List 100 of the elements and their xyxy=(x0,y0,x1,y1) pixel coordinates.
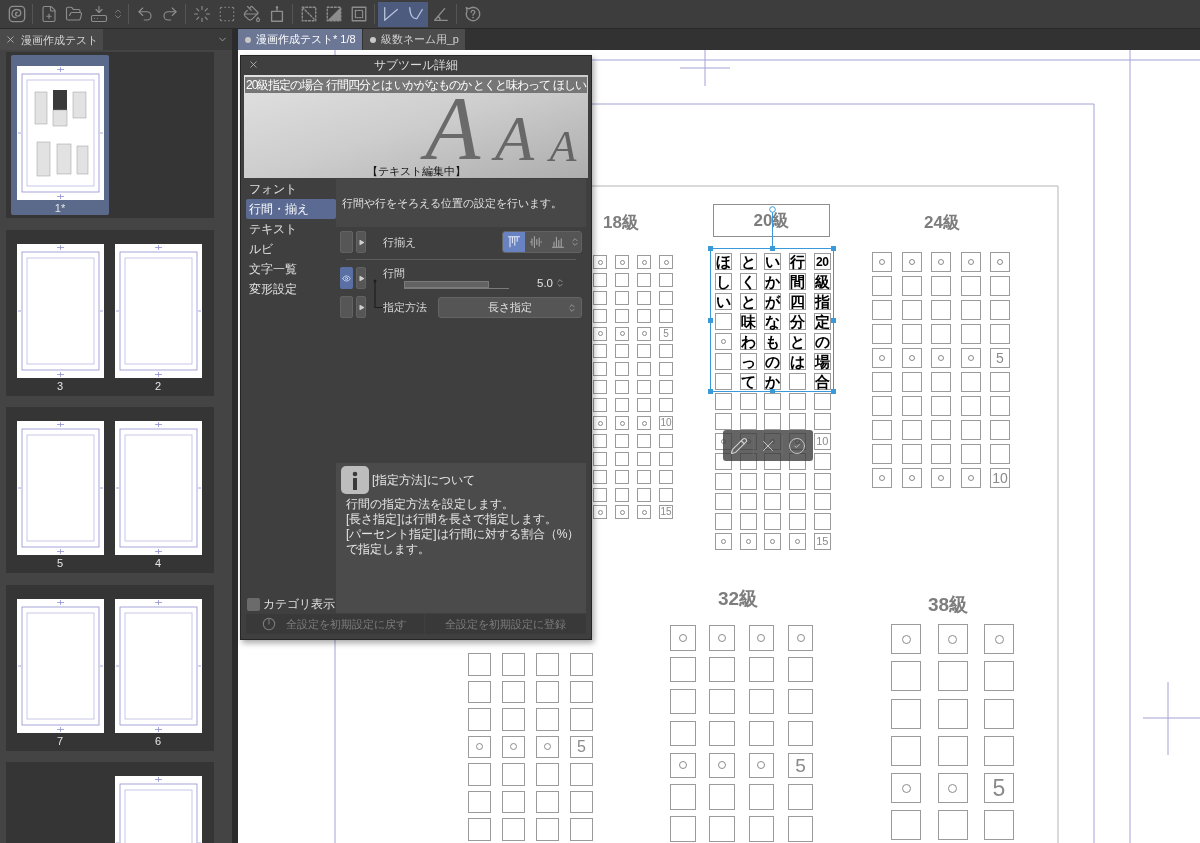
resize-handle-icon[interactable] xyxy=(708,246,713,251)
description: 行間や行をそろえる位置の設定を行います。 xyxy=(336,179,586,227)
grid-square xyxy=(637,308,651,323)
resize-handle-icon[interactable] xyxy=(708,389,713,394)
angle-line-icon xyxy=(381,5,400,23)
grid-square xyxy=(637,362,651,377)
grid-square xyxy=(593,344,607,359)
expand-button[interactable] xyxy=(356,296,366,318)
grid-square xyxy=(901,276,922,296)
category-item[interactable]: テキスト xyxy=(246,219,336,239)
checkbox[interactable] xyxy=(247,597,260,611)
grid-square xyxy=(593,290,607,305)
alignment-option[interactable] xyxy=(503,232,525,252)
help-text: [長さ指定]は行間を長さで指定します。 xyxy=(346,512,558,527)
expand-button[interactable] xyxy=(356,231,366,253)
resize-handle-icon[interactable] xyxy=(831,246,836,251)
category-item[interactable]: 変形設定 xyxy=(246,279,336,299)
grid-square xyxy=(813,453,831,470)
method-dropdown[interactable]: 長さ指定 xyxy=(438,296,582,318)
grid-square: 10 xyxy=(659,416,673,430)
page-item[interactable]: 5 xyxy=(11,410,109,570)
grid-square xyxy=(659,398,673,413)
grid-square: 5 xyxy=(787,752,814,779)
expand-button[interactable] xyxy=(356,267,366,289)
grid-title: 24級 xyxy=(923,211,961,234)
grid-square xyxy=(536,790,559,813)
dashed-square-icon xyxy=(217,5,236,23)
page-item[interactable]: 4 xyxy=(109,410,207,570)
grid-square xyxy=(659,433,673,448)
grid-square xyxy=(787,688,814,715)
grid-square xyxy=(670,688,696,715)
grid-square xyxy=(748,688,775,715)
grid-square xyxy=(715,473,732,490)
setting-label: 行間 xyxy=(383,267,406,280)
stepper-icon[interactable] xyxy=(555,276,565,290)
grid-square xyxy=(813,473,831,490)
slider-track[interactable] xyxy=(404,281,509,289)
grid-square xyxy=(990,372,1010,392)
close-button[interactable] xyxy=(248,59,259,70)
preview-text: 20級指定の場合 行間四分とは いかがなものか とくと味わって ほしい xyxy=(245,77,587,93)
grid-square xyxy=(615,308,629,323)
resize-handle-icon[interactable] xyxy=(708,317,713,323)
grid-square xyxy=(739,393,757,410)
grid-square xyxy=(960,372,981,392)
grid-square xyxy=(659,362,673,377)
grid-square xyxy=(901,444,922,464)
eye-toggle[interactable] xyxy=(340,296,353,318)
eye-toggle[interactable] xyxy=(340,267,353,289)
grid-square xyxy=(637,487,651,502)
grid-square xyxy=(931,300,951,320)
grid-square xyxy=(715,393,732,410)
play-icon xyxy=(357,238,365,246)
dashed-diagonal-icon xyxy=(299,5,318,23)
panel-tab[interactable]: 漫画作成テスト xyxy=(0,29,103,50)
grid-square xyxy=(960,300,981,320)
document-tab[interactable]: 漫画作成テスト* 1/8 xyxy=(238,29,362,50)
document-tab[interactable]: 級数ネーム用_p xyxy=(362,29,465,50)
grid-square xyxy=(615,469,629,484)
page-item[interactable]: 6 xyxy=(109,587,207,748)
grid-square xyxy=(637,469,651,484)
category-item[interactable]: 行間・揃え xyxy=(246,199,336,219)
grid-square xyxy=(670,656,696,683)
category-item[interactable]: 文字一覧 xyxy=(246,259,336,279)
grid-square xyxy=(615,272,629,287)
close-icon xyxy=(248,59,259,70)
eye-toggle[interactable] xyxy=(340,231,353,253)
grid-square xyxy=(872,372,892,392)
grid-square xyxy=(901,300,922,320)
grid-square xyxy=(937,735,968,766)
grid-square xyxy=(468,680,491,703)
grid-square xyxy=(901,324,922,344)
vertical-text: とくと味わって xyxy=(739,253,757,390)
spiral-logo-icon xyxy=(7,5,26,23)
page-item[interactable]: 7 xyxy=(11,587,109,748)
grid-square xyxy=(593,272,607,287)
category-item[interactable]: ルビ xyxy=(246,239,336,259)
grid-square xyxy=(931,276,951,296)
resize-handle-icon[interactable] xyxy=(831,389,836,394)
page-item[interactable]: 3 xyxy=(11,232,109,393)
grid-square xyxy=(637,451,651,466)
toolbar-button[interactable] xyxy=(403,1,428,27)
page-item[interactable]: 2 xyxy=(109,232,207,393)
stepper-icon[interactable] xyxy=(570,235,580,249)
bracket-line xyxy=(373,279,383,309)
panel-title: 漫画作成テスト xyxy=(21,32,98,47)
grid-square xyxy=(984,661,1014,692)
pencil-icon xyxy=(730,436,748,455)
redo-icon xyxy=(160,5,179,23)
grid-square xyxy=(739,473,757,490)
grid-square xyxy=(960,324,981,344)
close-button[interactable] xyxy=(5,34,16,45)
grid-square xyxy=(659,344,673,359)
resize-handle-icon[interactable] xyxy=(831,317,836,323)
category-item[interactable]: フォント xyxy=(246,179,336,199)
toolbar-button[interactable] xyxy=(378,1,403,27)
grid-square xyxy=(748,720,775,747)
page-item[interactable]: 1* xyxy=(11,55,109,215)
grid-square xyxy=(739,413,757,430)
grid-square xyxy=(502,790,525,813)
resize-handle-icon[interactable] xyxy=(769,246,775,251)
